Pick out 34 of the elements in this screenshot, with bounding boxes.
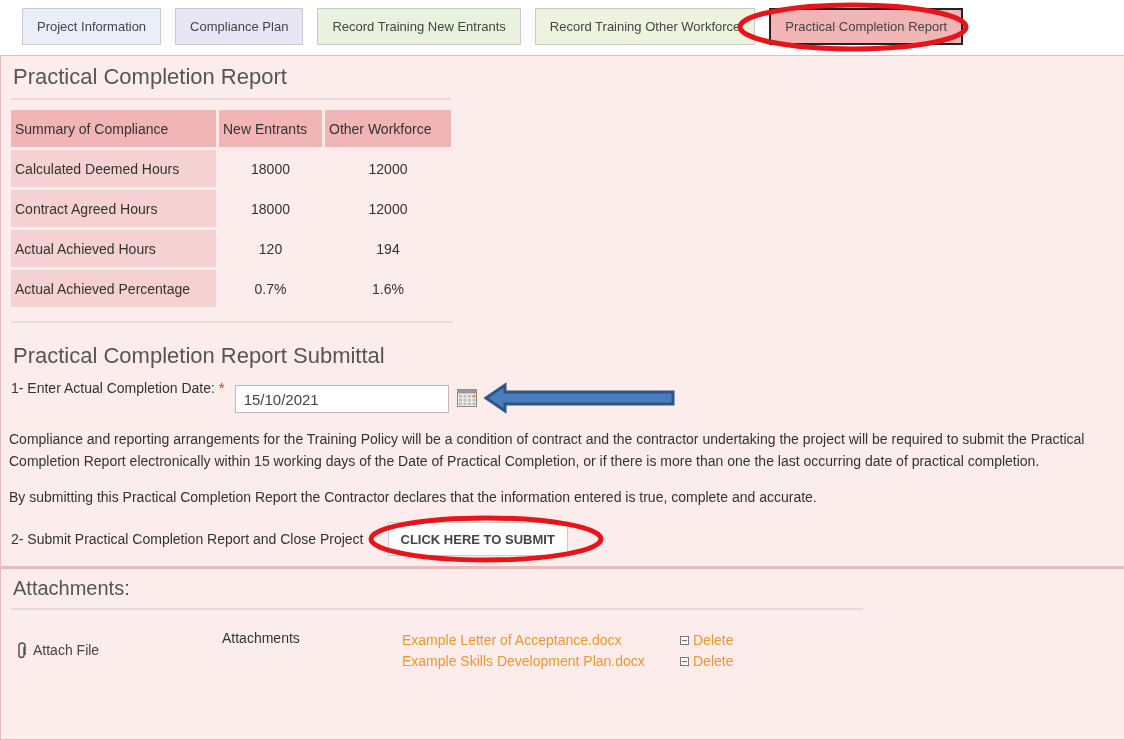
attach-file-link[interactable]: Attach File	[33, 640, 100, 661]
paragraph: Compliance and reporting arrangements for the Training Policy will be a condition of contract and the contractor undertaking the project will be required to submit the Practical Completion Report electronically within 15 working days of the Date of Practical Completion, or if there is more than one the last occurring date of practical completion.	[9, 430, 1086, 471]
row-header: Calculated Deemed Hours	[11, 150, 216, 187]
section-title: Attachments:	[12, 576, 131, 601]
table-cell-text: 12000	[367, 159, 409, 179]
column-header: New Entrants	[219, 110, 322, 147]
row-header: Contract Agreed Hours	[11, 190, 216, 227]
column-header: Summary of Compliance	[11, 110, 216, 147]
submit-button[interactable]: CLICK HERE TO SUBMIT	[387, 522, 568, 556]
tab[interactable]: Compliance Plan	[175, 8, 304, 45]
row-header: Actual Achieved Percentage	[11, 270, 216, 307]
table-cell-text: 1.6%	[371, 279, 405, 299]
field-label: 1- Enter Actual Completion Date: *	[11, 379, 225, 396]
tab[interactable]: Project Information	[22, 8, 162, 45]
delete-icon[interactable]	[680, 657, 689, 666]
delete-icon[interactable]	[680, 636, 689, 645]
paragraph: By submitting this Practical Completion Report the Contractor declares that the information entered is true, complete and accurate.	[9, 488, 818, 507]
tab[interactable]: Record Training New Entrants	[317, 8, 521, 45]
table-cell-text: 18000	[250, 199, 291, 219]
field-label: 2- Submit Practical Completion Report and Close Project	[11, 531, 364, 547]
column-header: Other Workforce	[325, 110, 451, 147]
tab[interactable]: Record Training Other Workforce	[534, 8, 756, 45]
table-cell-text: 120	[257, 239, 284, 259]
section-title: Practical Completion Report Submittal	[12, 342, 386, 370]
column-label: Attachments	[222, 630, 301, 646]
table-cell-text: 18000	[250, 159, 291, 179]
date-field[interactable]: 15/10/2021	[234, 385, 449, 413]
section-title: Practical Completion Report	[12, 63, 288, 91]
paperclip-icon[interactable]	[17, 641, 27, 660]
row-header: Actual Achieved Hours	[11, 230, 216, 267]
table-cell-text: 194	[375, 239, 401, 259]
calendar-icon[interactable]	[456, 389, 477, 407]
table-cell-text: 12000	[367, 199, 409, 219]
table-cell-text: 0.7%	[253, 279, 288, 299]
